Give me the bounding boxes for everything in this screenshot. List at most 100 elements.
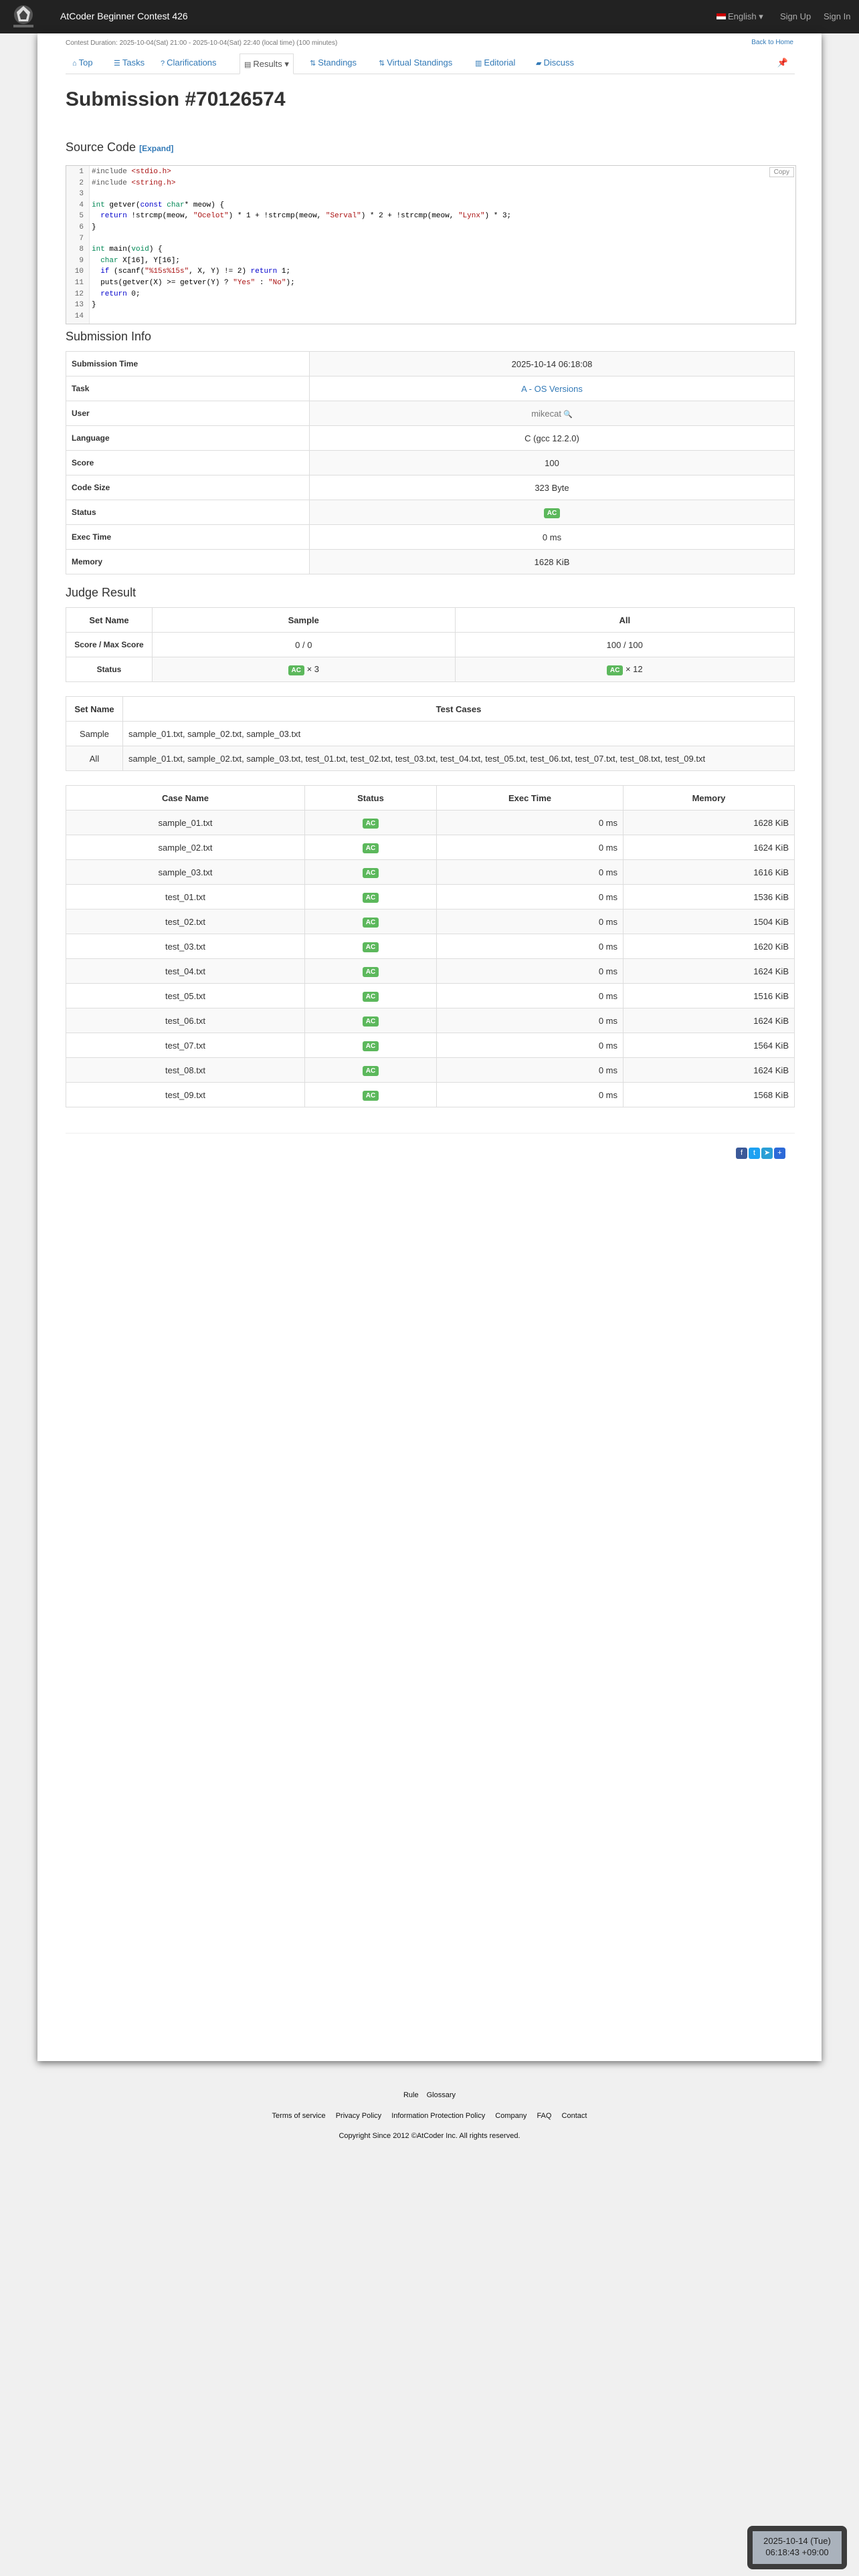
footer-link[interactable]: Contact xyxy=(562,2112,587,2120)
share-plus-icon[interactable]: + xyxy=(774,1148,785,1159)
footer-link[interactable]: Terms of service xyxy=(272,2112,326,2120)
status-badge[interactable]: AC xyxy=(362,1090,379,1101)
row-header: Status xyxy=(66,657,153,682)
tab-discuss[interactable]: ▰ Discuss xyxy=(536,58,574,68)
back-to-home-link[interactable]: Back to Home xyxy=(751,39,793,46)
footer-link[interactable]: Company xyxy=(495,2112,527,2120)
case-exec-time: 0 ms xyxy=(436,1033,624,1058)
tab-tasks[interactable]: ☰ Tasks xyxy=(114,58,145,68)
status-badge[interactable]: AC xyxy=(362,966,379,977)
info-value: 2025-10-14 06:18:08 xyxy=(309,351,795,377)
tab-label: Virtual Standings xyxy=(387,58,453,68)
info-label: User xyxy=(66,401,310,426)
tab-results[interactable]: ▤ Results ▾ xyxy=(240,53,294,74)
copy-button[interactable]: Copy xyxy=(769,167,794,177)
table-row: Score / Max Score 0 / 0 100 / 100 xyxy=(66,632,795,657)
case-exec-time: 0 ms xyxy=(436,983,624,1008)
table-row: sample_02.txt AC 0 ms 1624 KiB xyxy=(66,835,795,860)
signin-link[interactable]: Sign In xyxy=(824,11,850,21)
case-exec-time: 0 ms xyxy=(436,835,624,860)
status-badge[interactable]: AC xyxy=(362,917,379,928)
line-number: 14 xyxy=(74,312,84,320)
caret-down-icon: ▾ xyxy=(284,59,289,69)
footer-rule-link[interactable]: Rule xyxy=(403,2091,419,2099)
language-dropdown[interactable]: English ▾ xyxy=(717,11,763,22)
footer-link[interactable]: Information Protection Policy xyxy=(391,2112,485,2120)
column-header: Status xyxy=(304,785,437,811)
telegram-share-icon[interactable]: ➤ xyxy=(761,1148,773,1159)
search-icon[interactable]: 🔍 xyxy=(561,411,573,419)
clock-time: 06:18:43 +09:00 xyxy=(765,2547,829,2557)
sort-icon: ⇅ xyxy=(379,60,385,68)
judge-result-heading: Judge Result xyxy=(66,586,136,599)
case-name: sample_02.txt xyxy=(66,835,305,860)
table-row: test_05.txt AC 0 ms 1516 KiB xyxy=(66,983,795,1008)
tab-top[interactable]: ⌂ Top xyxy=(72,58,93,68)
user-link[interactable]: mikecat xyxy=(531,409,561,419)
table-row: test_06.txt AC 0 ms 1624 KiB xyxy=(66,1008,795,1033)
case-memory: 1624 KiB xyxy=(623,835,795,860)
status-badge[interactable]: AC xyxy=(362,867,379,878)
tab-editorial[interactable]: ▥ Editorial xyxy=(475,58,515,68)
status-badge[interactable]: AC xyxy=(362,1041,379,1051)
case-status: AC xyxy=(304,835,437,860)
footer-link[interactable]: Privacy Policy xyxy=(336,2112,381,2120)
facebook-share-icon[interactable]: f xyxy=(736,1148,747,1159)
case-name: test_09.txt xyxy=(66,1082,305,1107)
footer-link[interactable]: FAQ xyxy=(537,2112,551,2120)
source-code-block[interactable]: Copy 1 #include <stdio.h> 2 #include <strin… xyxy=(66,165,796,324)
list-alt-icon: ▤ xyxy=(244,61,252,69)
task-link[interactable]: A - OS Versions xyxy=(521,384,583,394)
info-value: 323 Byte xyxy=(309,475,795,500)
signup-link[interactable]: Sign Up xyxy=(780,11,811,21)
info-value: 1628 KiB xyxy=(309,549,795,574)
twitter-share-icon[interactable]: t xyxy=(749,1148,760,1159)
case-name: test_03.txt xyxy=(66,934,305,959)
info-label: Task xyxy=(66,376,310,401)
set-cases: sample_01.txt, sample_02.txt, sample_03.… xyxy=(122,721,795,746)
status-badge[interactable]: AC xyxy=(362,942,379,952)
footer-glossary-link[interactable]: Glossary xyxy=(427,2091,456,2099)
status-badge[interactable]: AC xyxy=(543,508,561,518)
home-icon: ⌂ xyxy=(72,60,77,68)
all-score: 100 / 100 xyxy=(454,632,795,657)
tab-virtual-standings[interactable]: ⇅ Virtual Standings xyxy=(379,58,452,68)
contest-title-link[interactable]: AtCoder Beginner Contest 426 xyxy=(60,11,188,21)
code-text: if (scanf("%15s%15s", X, Y) != 2) return… xyxy=(100,267,291,276)
status-badge[interactable]: AC xyxy=(362,1016,379,1027)
case-exec-time: 0 ms xyxy=(436,958,624,984)
status-badge[interactable]: AC xyxy=(362,1065,379,1076)
column-header: Test Cases xyxy=(122,696,795,722)
code-text: return 0; xyxy=(100,290,140,298)
line-number: 6 xyxy=(79,223,84,231)
pin-icon[interactable]: 📌 xyxy=(777,58,788,68)
main-container: Contest Duration: 2025-10-04(Sat) 21:00 … xyxy=(37,33,822,2061)
case-name: test_06.txt xyxy=(66,1008,305,1033)
case-status: AC xyxy=(304,1008,437,1033)
table-row: sample_03.txt AC 0 ms 1616 KiB xyxy=(66,859,795,885)
status-badge[interactable]: AC xyxy=(362,843,379,853)
all-status: AC × 12 xyxy=(454,657,795,682)
status-badge[interactable]: AC xyxy=(288,665,304,675)
atcoder-logo[interactable] xyxy=(8,3,39,29)
expand-link[interactable]: [Expand] xyxy=(139,144,173,153)
set-cases: sample_01.txt, sample_02.txt, sample_03.… xyxy=(122,746,795,771)
tab-label: Top xyxy=(78,58,93,68)
tab-standings[interactable]: ⇅ Standings xyxy=(310,58,357,68)
status-badge[interactable]: AC xyxy=(362,818,379,829)
info-row: Status AC xyxy=(66,500,795,525)
line-number: 13 xyxy=(74,301,84,310)
case-memory: 1568 KiB xyxy=(623,1082,795,1107)
fixed-clock: 2025-10-14 (Tue) 06:18:43 +09:00 xyxy=(747,2526,847,2569)
case-exec-time: 0 ms xyxy=(436,934,624,959)
tab-clarifications[interactable]: ? Clarifications xyxy=(161,58,217,68)
status-badge[interactable]: AC xyxy=(362,991,379,1002)
case-status: AC xyxy=(304,983,437,1008)
comment-icon: ▰ xyxy=(536,60,542,68)
table-row: test_01.txt AC 0 ms 1536 KiB xyxy=(66,884,795,909)
column-header: Memory xyxy=(623,785,795,811)
info-row: Submission Time 2025-10-14 06:18:08 xyxy=(66,351,795,377)
status-badge[interactable]: AC xyxy=(362,892,379,903)
status-badge[interactable]: AC xyxy=(606,665,624,675)
table-row: Status AC × 3 AC × 12 xyxy=(66,657,795,682)
